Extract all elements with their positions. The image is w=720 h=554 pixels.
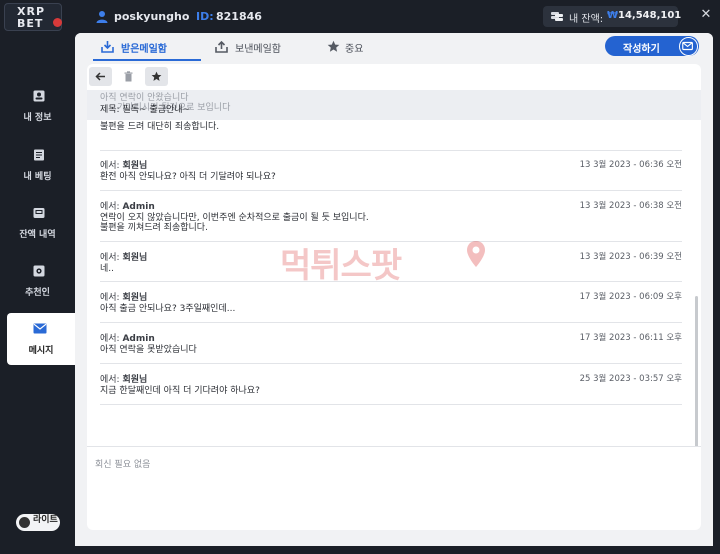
balance-badge: 내 잔액: ₩ 14,548,101: [543, 6, 682, 27]
message-body: 아직 연락을 못받았습니다: [100, 345, 197, 355]
sidebar: 내 정보 내 베팅 잔액 내역 추천인 메시지 라이트: [0, 33, 75, 554]
trash-icon: [124, 71, 133, 82]
theme-toggle[interactable]: 라이트: [16, 514, 60, 531]
coins-icon: [551, 12, 563, 21]
message-card: 아직 연락이 안왔습니다 기다리시면 될것으로 보입니다 제목: 필독~ 출금안…: [87, 64, 701, 530]
message-date: 13 3월 2023 - 06:36 오전: [579, 160, 682, 170]
message-body: 환전 아직 안되나요? 아직 더 기달려야 되나요?: [100, 172, 276, 182]
message-sender: 에서: 회원님: [100, 161, 148, 171]
message-item[interactable]: 에서: Admin 13 3월 2023 - 06:38 오전 연락이 오지 않…: [100, 191, 682, 242]
user-icon: [96, 11, 108, 23]
message-date: 25 3월 2023 - 03:57 오후: [579, 374, 682, 384]
star-icon: [151, 71, 162, 81]
watermark-text: 먹튀스팟: [280, 246, 402, 286]
message-item[interactable]: 에서: Admin 17 3월 2023 - 06:11 오후 아직 연락을 못…: [100, 323, 682, 364]
inbox-download-icon: [101, 41, 114, 53]
message-date: 13 3월 2023 - 06:39 오전: [579, 252, 682, 262]
message-date: 17 3월 2023 - 06:11 오후: [579, 333, 682, 343]
message-body: 불편을 드려 대단히 죄송합니다.: [100, 122, 220, 132]
message-item[interactable]: 에서: 회원님 17 3월 2023 - 06:09 오후 아직 출금 안되나요…: [100, 282, 682, 323]
tab-active-indicator: [93, 59, 201, 61]
wallet-icon: [33, 208, 45, 218]
id-label: ID:: [196, 10, 214, 23]
toggle-label: 라이트: [33, 515, 58, 525]
message-body: 지금 한달째인데 아직 더 기다려야 하나요?: [100, 386, 260, 396]
sidebar-item-label: 메시지: [28, 346, 54, 356]
sidebar-item-label: 내 베팅: [23, 172, 52, 182]
location-pin-icon: [467, 241, 485, 267]
message-subject: 제목: 필독~ 출금안내~: [100, 105, 191, 115]
outbox-upload-icon: [215, 40, 228, 53]
star-icon: [327, 40, 340, 52]
back-button[interactable]: [89, 67, 112, 86]
message-item[interactable]: 에서: 회원님 13 3월 2023 - 06:36 오전 환전 아직 안되나요…: [100, 150, 682, 191]
logo-text-bottom: BET: [17, 17, 44, 30]
message-item[interactable]: 에서: 회원님 25 3월 2023 - 03:57 오후 지금 한달째인데 아…: [100, 364, 682, 405]
close-icon[interactable]: ✕: [697, 6, 715, 24]
message-body: 연락이 오지 않았습니다만, 이번주엔 순차적으로 출금이 될 듯 보입니다. 불…: [100, 213, 369, 233]
star-button[interactable]: [145, 67, 168, 86]
divider: [87, 446, 701, 447]
reply-status: 회신 필요 없음: [95, 460, 151, 470]
message-body: 아직 출금 안되나요? 3주일째인데...: [100, 304, 236, 314]
message-sender: 에서: 회원님: [100, 293, 148, 303]
sidebar-item-my-bets[interactable]: 내 베팅: [0, 139, 75, 191]
balance-label: 내 잔액:: [569, 14, 604, 25]
toggle-knob: [19, 517, 30, 528]
balance-currency: ₩: [607, 10, 619, 21]
compose-icon: [679, 37, 698, 56]
delete-button[interactable]: [117, 67, 140, 86]
sidebar-item-label: 내 정보: [23, 113, 52, 123]
tab-label: 중요: [345, 44, 364, 55]
tab-label: 보낸메일함: [235, 44, 281, 55]
referral-icon: [33, 265, 45, 277]
sidebar-item-label: 추천인: [25, 288, 50, 298]
arrow-left-icon: [95, 72, 105, 81]
messages-panel: 받은메일함 보낸메일함 중요 작성하기 아직 연락이 안왔습니다 기다리시면 될…: [75, 33, 713, 546]
mail-tabs: 받은메일함 보낸메일함 중요 작성하기: [75, 33, 713, 61]
top-bar: XRP BET poskyungho ID: 821846 내 잔액: ₩ 14…: [0, 0, 720, 33]
sidebar-item-messages[interactable]: 메시지: [7, 313, 75, 365]
tab-label: 받은메일함: [121, 44, 167, 55]
balance-value: 14,548,101: [618, 10, 682, 21]
logo-dot: [53, 18, 62, 27]
ledger-icon: [34, 149, 44, 161]
message-date: 17 3월 2023 - 06:09 오후: [579, 292, 682, 302]
id-card-icon: [33, 90, 45, 102]
id-value: 821846: [216, 10, 262, 23]
message-sender: 에서: 회원님: [100, 375, 148, 385]
envelope-icon: [33, 323, 47, 334]
username: poskyungho: [114, 10, 190, 23]
sidebar-item-my-info[interactable]: 내 정보: [0, 80, 75, 132]
watermark: 먹튀스팟: [280, 238, 490, 286]
message-date: 13 3월 2023 - 06:38 오전: [579, 201, 682, 211]
message-sender: 에서: Admin: [100, 334, 155, 344]
sidebar-item-referral[interactable]: 추천인: [0, 255, 75, 307]
compose-label: 작성하기: [623, 44, 660, 55]
tab-sent[interactable]: 보낸메일함: [207, 33, 307, 61]
sidebar-item-label: 잔액 내역: [19, 230, 56, 240]
logo[interactable]: XRP BET: [4, 3, 62, 31]
tab-important[interactable]: 중요: [321, 33, 381, 61]
message-sender: 에서: 회원님: [100, 253, 148, 263]
compose-button[interactable]: 작성하기: [605, 36, 699, 56]
sidebar-item-balance-history[interactable]: 잔액 내역: [0, 197, 75, 249]
scrollbar-thumb[interactable]: [695, 296, 698, 446]
message-sender: 에서: Admin: [100, 202, 155, 212]
tab-inbox[interactable]: 받은메일함: [93, 33, 201, 61]
message-body: 네..: [100, 264, 115, 274]
